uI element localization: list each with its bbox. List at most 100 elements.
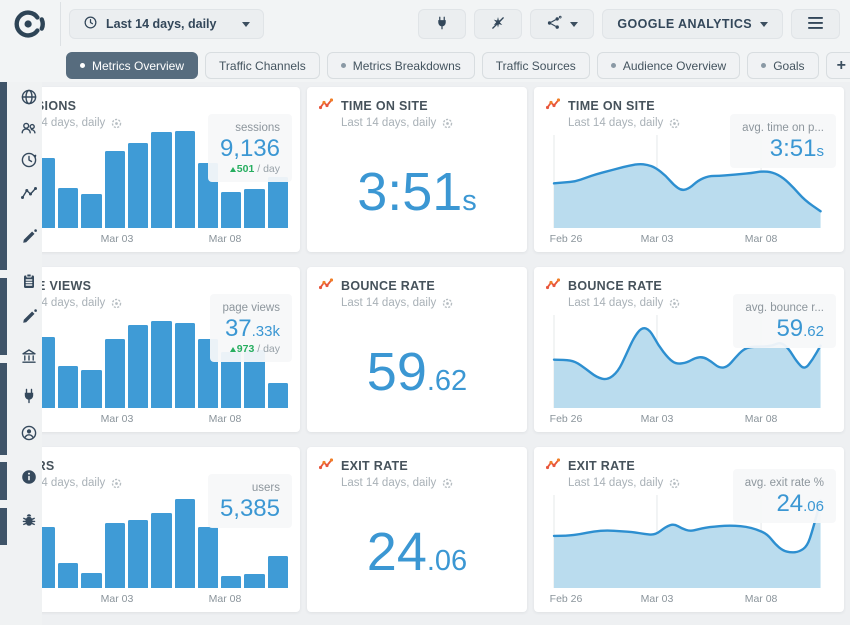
x-axis-label: Mar 03 bbox=[100, 413, 134, 425]
widget-pageviews-bar[interactable]: PAGE VIEWS Last 14 days, daily Mar 03 Mar… bbox=[0, 267, 300, 432]
bar[interactable] bbox=[104, 523, 125, 588]
top-bar: Last 14 days, daily GOOGLE ANALYTICS bbox=[0, 0, 850, 48]
styles-button[interactable] bbox=[474, 9, 523, 39]
gear-icon[interactable] bbox=[669, 478, 680, 489]
gear-icon[interactable] bbox=[669, 298, 680, 309]
plug-icon[interactable] bbox=[20, 387, 38, 405]
date-range-label: Last 14 days, daily bbox=[106, 17, 217, 31]
bug-icon[interactable] bbox=[20, 511, 38, 529]
clipboard-icon[interactable] bbox=[20, 272, 38, 290]
bar[interactable] bbox=[127, 325, 149, 408]
x-axis-label: Mar 08 bbox=[744, 593, 778, 605]
bar[interactable] bbox=[267, 382, 289, 408]
share-button[interactable] bbox=[530, 9, 595, 39]
widget-exit-rate-trend[interactable]: EXIT RATE Last 14 days, daily Feb 26 Mar … bbox=[534, 447, 844, 612]
x-axis-label: Mar 08 bbox=[208, 233, 242, 245]
info-icon[interactable] bbox=[20, 468, 38, 486]
widget-users-bar[interactable]: USERS Last 14 days, daily Mar 03Mar 08 u… bbox=[0, 447, 300, 612]
bar[interactable] bbox=[104, 151, 125, 228]
bar[interactable] bbox=[127, 143, 149, 228]
stat-value: 59.62 bbox=[776, 315, 824, 342]
stat-value: 9,136 bbox=[219, 135, 280, 162]
stat-delta: 501 / day bbox=[220, 163, 280, 175]
bar[interactable] bbox=[81, 369, 102, 408]
tab-dot bbox=[80, 63, 85, 68]
bar[interactable] bbox=[174, 131, 195, 228]
bar[interactable] bbox=[151, 321, 172, 408]
sidebar-group-indicator bbox=[0, 363, 7, 455]
bar[interactable] bbox=[104, 339, 125, 408]
web-icon[interactable] bbox=[20, 88, 38, 106]
bar[interactable] bbox=[57, 365, 79, 408]
plug-icon bbox=[434, 15, 450, 34]
scatter-chart-icon[interactable] bbox=[20, 184, 38, 202]
users-icon[interactable] bbox=[20, 119, 38, 137]
big-number: 24.06 bbox=[366, 522, 468, 582]
bar[interactable] bbox=[221, 191, 242, 228]
stat-overlay: avg. exit rate % 24.06 bbox=[732, 469, 836, 523]
bank-icon[interactable] bbox=[20, 347, 38, 365]
bar[interactable] bbox=[197, 527, 219, 588]
top-bar-zone: Last 14 days, daily GOOGLE ANALYTICS Met… bbox=[0, 0, 850, 82]
bar[interactable] bbox=[151, 132, 172, 228]
widget-grid: SESSIONS Last 14 days, daily Mar 03 Mar 0… bbox=[0, 87, 844, 612]
widget-time-on-site-trend[interactable]: TIME ON SITE Last 14 days, daily Feb 26 M… bbox=[534, 87, 844, 252]
tab-audience-overview[interactable]: Audience Overview bbox=[596, 52, 741, 79]
widget-title: TIME ON SITE bbox=[341, 99, 428, 113]
x-axis-label: Mar 03 bbox=[640, 593, 674, 605]
line-chart-icon bbox=[545, 97, 561, 115]
date-range-selector[interactable]: Last 14 days, daily bbox=[69, 9, 265, 39]
bar[interactable] bbox=[267, 176, 289, 228]
widget-title: BOUNCE RATE bbox=[341, 279, 436, 293]
sidebar-group-indicator bbox=[0, 462, 7, 500]
bar[interactable] bbox=[127, 520, 149, 588]
bar[interactable] bbox=[174, 499, 195, 588]
tab-goals[interactable]: Goals bbox=[747, 52, 819, 79]
history-icon[interactable] bbox=[20, 151, 38, 169]
widget-time-on-site-value[interactable]: TIME ON SITE Last 14 days, daily 3:51s bbox=[307, 87, 527, 252]
profile-icon[interactable] bbox=[20, 424, 38, 442]
gear-icon[interactable] bbox=[442, 298, 453, 309]
data-source-selector[interactable]: GOOGLE ANALYTICS bbox=[602, 9, 783, 39]
add-tab-button[interactable]: + bbox=[825, 52, 850, 79]
bar[interactable] bbox=[244, 188, 265, 228]
top-actions: GOOGLE ANALYTICS bbox=[418, 9, 840, 39]
gear-icon[interactable] bbox=[442, 118, 453, 129]
x-axis-label: Mar 03 bbox=[640, 413, 674, 425]
tab-dot bbox=[340, 63, 346, 68]
pencil-icon[interactable] bbox=[20, 308, 38, 326]
bar[interactable] bbox=[57, 187, 79, 228]
bar[interactable] bbox=[151, 513, 172, 588]
bar[interactable] bbox=[267, 555, 289, 588]
bar[interactable] bbox=[57, 562, 79, 588]
up-triangle-icon bbox=[229, 347, 236, 352]
big-number: 59.62 bbox=[366, 342, 468, 402]
bar[interactable] bbox=[174, 323, 195, 408]
line-chart-icon bbox=[545, 277, 561, 295]
toolbar-sidebar bbox=[0, 80, 42, 625]
tab-traffic-sources[interactable]: Traffic Sources bbox=[481, 52, 590, 79]
databox-logo[interactable] bbox=[10, 6, 50, 42]
hamburger-icon bbox=[807, 16, 824, 33]
widget-sessions-bar[interactable]: SESSIONS Last 14 days, daily Mar 03 Mar 0… bbox=[0, 87, 300, 252]
pencil-icon[interactable] bbox=[20, 228, 38, 246]
gear-icon[interactable] bbox=[442, 478, 453, 489]
widget-title: BOUNCE RATE bbox=[568, 279, 663, 293]
bar[interactable] bbox=[81, 193, 102, 228]
gear-icon[interactable] bbox=[669, 118, 680, 129]
stat-label: avg. time on p... bbox=[742, 122, 824, 134]
tab-metrics-overview[interactable]: Metrics Overview bbox=[66, 52, 199, 79]
widget-exit-rate-value[interactable]: EXIT RATE Last 14 days, daily 24.06 bbox=[307, 447, 527, 612]
menu-button[interactable] bbox=[791, 9, 840, 39]
bar[interactable] bbox=[221, 575, 242, 588]
connections-button[interactable] bbox=[418, 9, 467, 39]
tab-traffic-channels[interactable]: Traffic Channels bbox=[205, 52, 320, 79]
widget-bounce-rate-trend[interactable]: BOUNCE RATE Last 14 days, daily Feb 26 Ma… bbox=[534, 267, 844, 432]
widget-bounce-rate-value[interactable]: BOUNCE RATE Last 14 days, daily 59.62 bbox=[307, 267, 527, 432]
bar[interactable] bbox=[244, 573, 265, 588]
tab-metrics-breakdowns[interactable]: Metrics Breakdowns bbox=[326, 52, 475, 79]
x-axis-label: Mar 08 bbox=[744, 233, 778, 245]
bar[interactable] bbox=[81, 572, 102, 588]
stat-label: sessions bbox=[235, 122, 280, 134]
widget-title: TIME ON SITE bbox=[568, 99, 655, 113]
